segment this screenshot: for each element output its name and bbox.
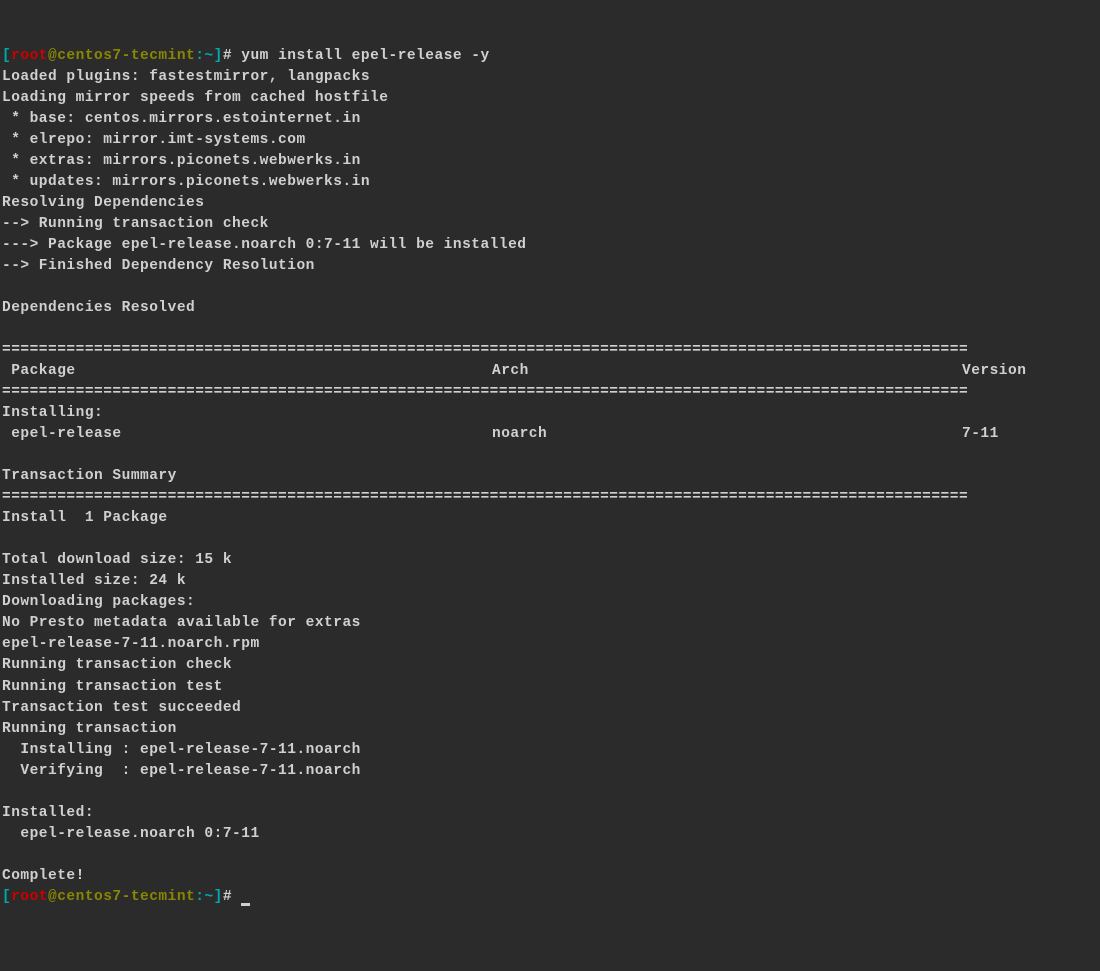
output-line: Running transaction check — [2, 657, 232, 673]
output-line: Running transaction test — [2, 679, 223, 695]
output-line: Resolving Dependencies — [2, 195, 204, 211]
output-line: --> Finished Dependency Resolution — [2, 258, 315, 274]
output-line: Dependencies Resolved — [2, 300, 195, 316]
output-line: * extras: mirrors.piconets.webwerks.in — [2, 153, 361, 169]
output-line: ---> Package epel-release.noarch 0:7-11 … — [2, 237, 526, 253]
pkg-name: epel-release — [2, 424, 492, 445]
output-line: Transaction Summary — [2, 468, 177, 484]
pkg-version: 7-11 — [962, 426, 999, 442]
prompt-hash: # — [223, 48, 241, 64]
divider-line: ========================================… — [2, 342, 968, 358]
prompt-at: @ — [48, 889, 57, 905]
prompt-host: centos7-tecmint — [57, 48, 195, 64]
header-version: Version — [962, 363, 1026, 379]
prompt-sep: : — [195, 889, 204, 905]
table-row: epel-releasenoarch7-11 — [2, 426, 999, 442]
output-line: Installing : epel-release-7-11.noarch — [2, 742, 361, 758]
output-line: --> Running transaction check — [2, 216, 269, 232]
output-line: Transaction test succeeded — [2, 700, 241, 716]
output-line: Total download size: 15 k — [2, 552, 232, 568]
output-line: Install 1 Package — [2, 510, 168, 526]
bracket-close: ] — [214, 889, 223, 905]
bracket-close: ] — [214, 48, 223, 64]
header-package: Package — [2, 361, 492, 382]
output-line: Installed size: 24 k — [2, 573, 186, 589]
output-line: epel-release.noarch 0:7-11 — [2, 826, 260, 842]
cursor-icon — [241, 903, 250, 906]
output-line: * base: centos.mirrors.estointernet.in — [2, 111, 361, 127]
prompt-tilde: ~ — [204, 48, 213, 64]
output-line: epel-release-7-11.noarch.rpm — [2, 636, 260, 652]
prompt-line-2[interactable]: [root@centos7-tecmint:~]# — [2, 889, 250, 905]
prompt-user: root — [11, 889, 48, 905]
output-line: * updates: mirrors.piconets.webwerks.in — [2, 174, 370, 190]
output-line: Loaded plugins: fastestmirror, langpacks — [2, 69, 370, 85]
output-line: Complete! — [2, 868, 85, 884]
output-line: Installing: — [2, 405, 103, 421]
divider-line: ========================================… — [2, 489, 968, 505]
output-line: Installed: — [2, 805, 94, 821]
prompt-at: @ — [48, 48, 57, 64]
header-arch: Arch — [492, 361, 962, 382]
output-line: Loading mirror speeds from cached hostfi… — [2, 90, 388, 106]
prompt-line-1: [root@centos7-tecmint:~]# yum install ep… — [2, 48, 490, 64]
prompt-tilde: ~ — [204, 889, 213, 905]
divider-line: ========================================… — [2, 384, 968, 400]
prompt-user: root — [11, 48, 48, 64]
prompt-host: centos7-tecmint — [57, 889, 195, 905]
bracket-open: [ — [2, 48, 11, 64]
pkg-arch: noarch — [492, 424, 962, 445]
table-header: PackageArchVersion — [2, 363, 1026, 379]
terminal-output: [root@centos7-tecmint:~]# yum install ep… — [2, 46, 1098, 908]
output-line: Verifying : epel-release-7-11.noarch — [2, 763, 361, 779]
bracket-open: [ — [2, 889, 11, 905]
output-line: No Presto metadata available for extras — [2, 615, 361, 631]
output-line: Running transaction — [2, 721, 177, 737]
command-text: yum install epel-release -y — [241, 48, 489, 64]
output-line: * elrepo: mirror.imt-systems.com — [2, 132, 306, 148]
prompt-hash: # — [223, 889, 241, 905]
output-line: Downloading packages: — [2, 594, 195, 610]
